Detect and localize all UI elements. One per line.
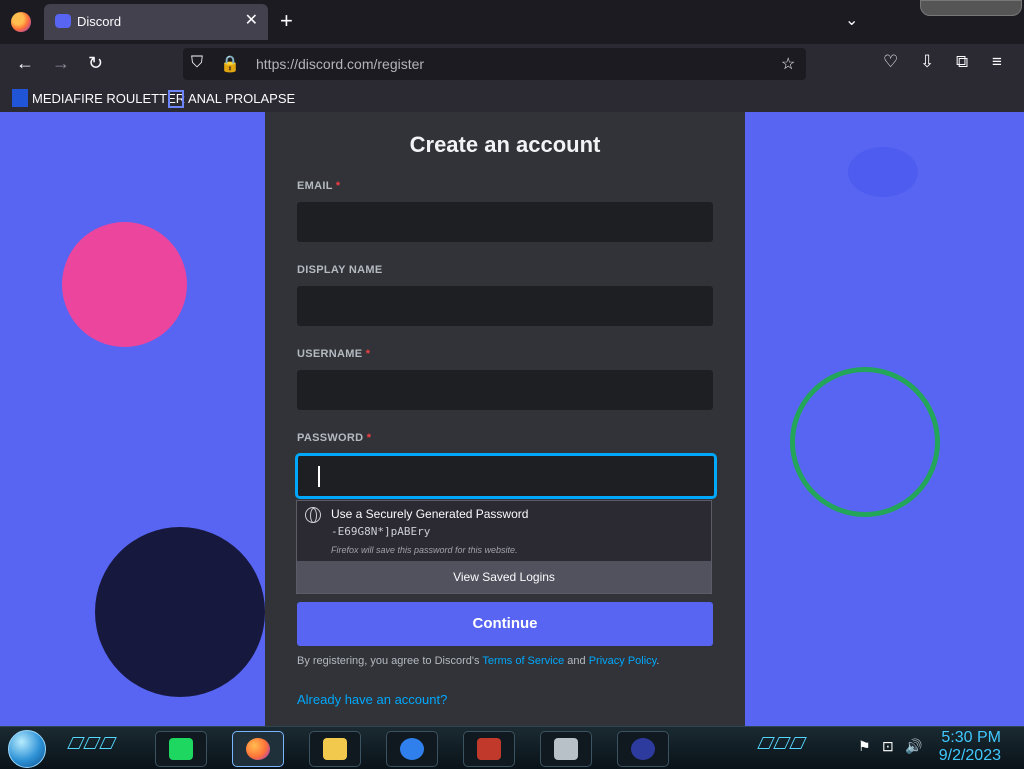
forward-icon[interactable]: → <box>52 53 70 74</box>
mediafire-bookmark-icon <box>12 89 28 107</box>
taskbar-app-firefox[interactable] <box>232 731 284 767</box>
notes-app-icon <box>169 738 193 760</box>
view-saved-logins-button[interactable]: View Saved Logins <box>297 561 711 593</box>
taskbar-app-launcher[interactable] <box>386 731 438 767</box>
globe-icon <box>305 507 321 523</box>
launcher-icon <box>400 738 424 760</box>
decorative-illustration <box>790 367 940 517</box>
star-icon[interactable]: ☆ <box>781 54 795 74</box>
x-app-icon <box>631 738 655 760</box>
taskbar-app-files[interactable] <box>309 731 361 767</box>
folder-icon <box>323 738 347 760</box>
terms-text: By registering, you agree to Discord's T… <box>297 655 660 667</box>
username-field[interactable] <box>297 370 713 410</box>
taskbar-decoration <box>757 737 775 749</box>
taskbar-app-monitor[interactable] <box>540 731 592 767</box>
decorative-illustration <box>62 222 187 347</box>
login-link[interactable]: Already have an account? <box>297 692 447 707</box>
volume-icon[interactable]: 🔊 <box>905 738 922 755</box>
email-label: EMAIL * <box>297 180 341 192</box>
taskbar-app-x[interactable] <box>617 731 669 767</box>
taskbar-app-media[interactable] <box>463 731 515 767</box>
window-controls[interactable] <box>920 0 1022 16</box>
firefox-icon[interactable] <box>11 12 31 32</box>
network-icon[interactable]: ⊡ <box>882 738 894 755</box>
suggested-password-title[interactable]: Use a Securely Generated Password <box>331 507 528 521</box>
tab-strip: Discord ✕ + ⌄ <box>0 0 1024 44</box>
clock-time[interactable]: 5:30 PM <box>935 729 1001 747</box>
taskbar-app-notes[interactable] <box>155 731 207 767</box>
privacy-link[interactable]: Privacy Policy <box>589 655 657 667</box>
taskbar-decoration <box>83 737 101 749</box>
suggested-password-value: -E69G8N*]pABEry <box>331 525 431 538</box>
continue-button[interactable]: Continue <box>297 602 713 646</box>
chevron-down-icon[interactable]: ⌄ <box>845 10 858 30</box>
extensions-icon[interactable]: ⧉ <box>956 52 968 72</box>
menu-icon[interactable]: ≡ <box>992 52 1002 72</box>
download-icon[interactable]: ⇩ <box>920 52 934 72</box>
address-bar[interactable]: ⛉ 🔒 https://discord.com/register ☆ <box>183 48 806 80</box>
monitor-app-icon <box>554 738 578 760</box>
bookmark-mediafire[interactable]: MEDIAFIRE ROULETTER <box>32 91 185 106</box>
url-text[interactable]: https://discord.com/register <box>256 56 424 72</box>
email-field[interactable] <box>297 202 713 242</box>
flag-icon[interactable]: ⚑ <box>858 738 871 755</box>
discord-icon <box>55 14 71 28</box>
password-label: PASSWORD * <box>297 432 372 444</box>
pocket-icon[interactable]: ♡ <box>883 52 898 72</box>
new-tab-button[interactable]: + <box>280 9 293 33</box>
register-panel: Create an account EMAIL * DISPLAY NAME U… <box>265 112 745 726</box>
text-caret <box>318 466 320 487</box>
taskbar-decoration <box>773 737 791 749</box>
taskbar-decoration <box>789 737 807 749</box>
password-suggestion-popup[interactable]: Use a Securely Generated Password -E69G8… <box>296 500 712 594</box>
close-tab-icon[interactable]: ✕ <box>245 10 258 30</box>
decorative-illustration <box>95 527 265 697</box>
lock-icon[interactable]: 🔒 <box>220 54 240 74</box>
clock-date[interactable]: 9/2/2023 <box>935 747 1001 765</box>
tab-title: Discord <box>77 14 122 29</box>
bookmarks-toolbar: MEDIAFIRE ROULETTER ANAL PROLAPSE <box>0 86 1024 112</box>
decorative-illustration <box>848 147 918 197</box>
display-name-label: DISPLAY NAME <box>297 264 383 276</box>
reload-icon[interactable]: ↻ <box>88 53 103 74</box>
taskbar: ⚑ ⊡ 🔊 5:30 PM 9/2/2023 <box>0 726 1024 769</box>
start-button[interactable] <box>8 730 46 768</box>
password-field[interactable] <box>295 453 717 499</box>
save-password-note: Firefox will save this password for this… <box>331 545 518 555</box>
shield-icon[interactable]: ⛉ <box>191 54 203 72</box>
taskbar-decoration <box>67 737 85 749</box>
display-name-field[interactable] <box>297 286 713 326</box>
page-title: Create an account <box>409 132 601 157</box>
back-icon[interactable]: ← <box>16 53 34 74</box>
bookmark-icon <box>168 90 184 108</box>
terms-link[interactable]: Terms of Service <box>482 655 564 667</box>
discord-register-page: Create an account EMAIL * DISPLAY NAME U… <box>0 112 1024 726</box>
username-label: USERNAME * <box>297 348 371 360</box>
taskbar-decoration <box>99 737 117 749</box>
tab-discord[interactable]: Discord ✕ <box>44 4 268 40</box>
firefox-app-icon <box>246 738 270 760</box>
media-app-icon <box>477 738 501 760</box>
bookmark-second[interactable]: ANAL PROLAPSE <box>188 91 295 106</box>
